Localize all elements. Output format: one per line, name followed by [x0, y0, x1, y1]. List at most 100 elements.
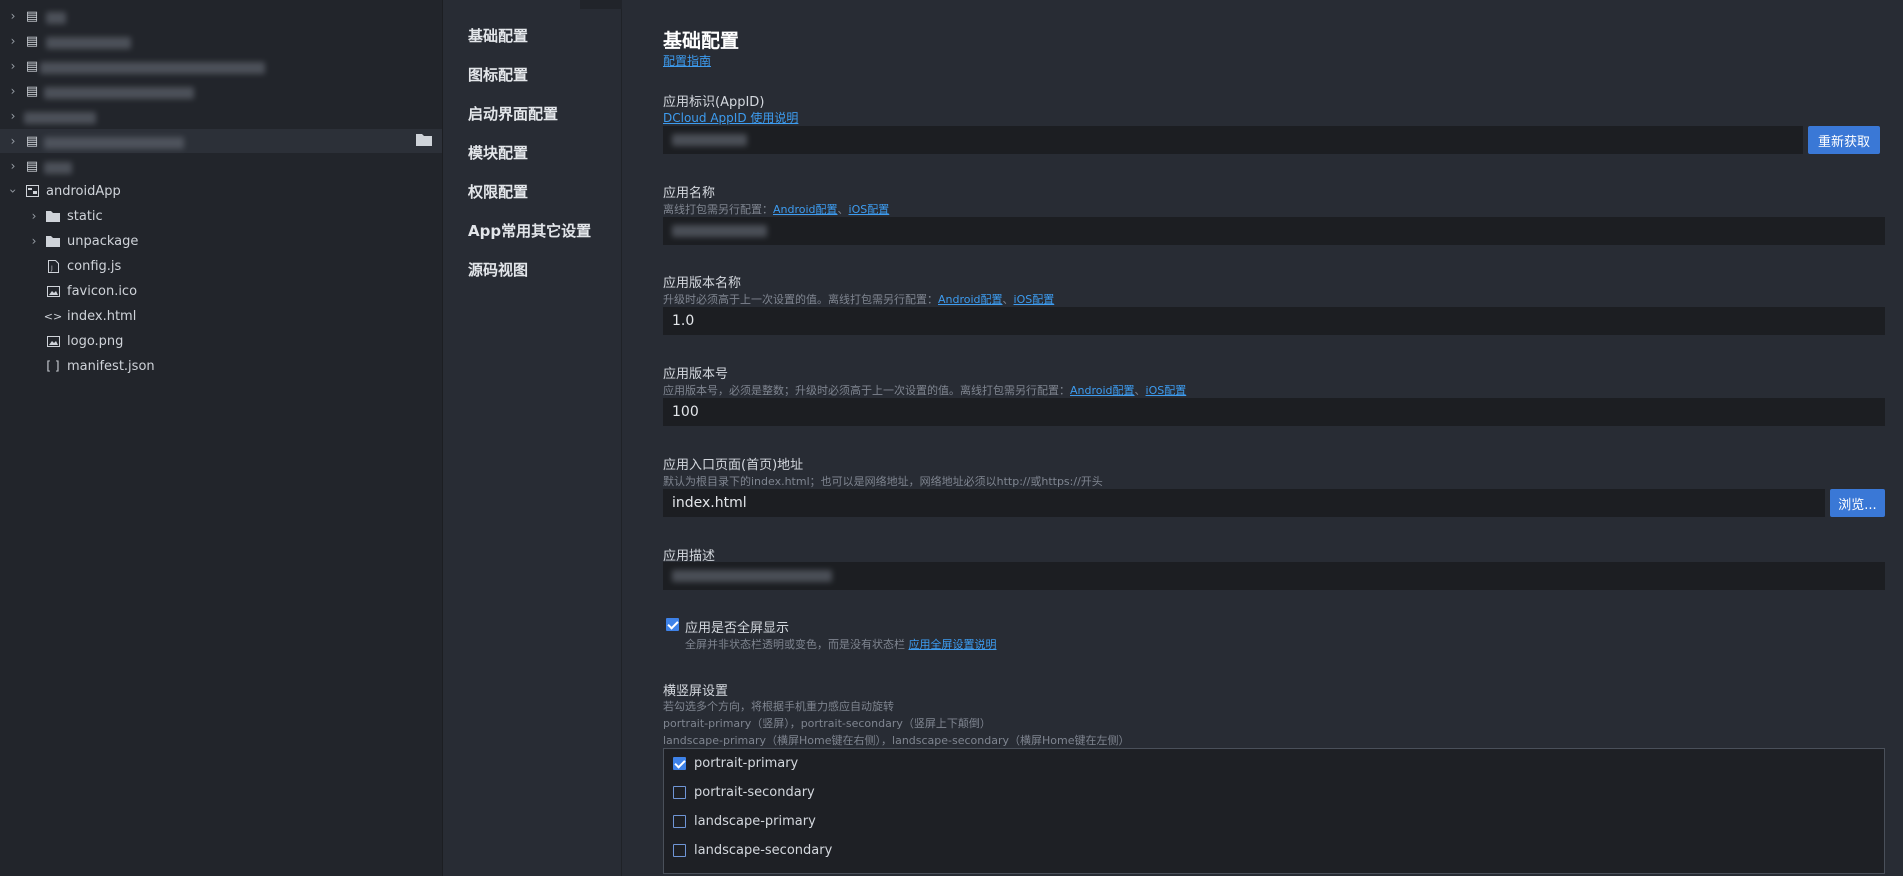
- tree-item-androidapp[interactable]: › androidApp: [0, 179, 442, 203]
- json-file-icon: [ ]: [46, 359, 60, 373]
- tree-row-obscured[interactable]: › ▤: [0, 4, 442, 28]
- fullscreen-checkbox[interactable]: [666, 618, 679, 631]
- version-name-input[interactable]: 1.0: [663, 307, 1885, 335]
- appid-label: 应用标识(AppID): [663, 95, 765, 110]
- tree-item-favicon[interactable]: favicon.ico: [0, 279, 442, 303]
- android-config-link[interactable]: Android配置: [1070, 384, 1135, 397]
- chevron-right-icon[interactable]: ›: [8, 59, 18, 73]
- landscape-secondary-label: landscape-secondary: [694, 843, 833, 858]
- chevron-right-icon[interactable]: ›: [8, 134, 18, 148]
- chevron-right-icon[interactable]: ›: [8, 34, 18, 48]
- hint-text: 升级时必须高于上一次设置的值。离线打包需另行配置：: [663, 293, 938, 306]
- obscured-label: [44, 87, 194, 99]
- project-icon: ▤: [25, 158, 39, 174]
- tree-row-obscured[interactable]: › ▤: [0, 29, 442, 53]
- obscured-app-name: [672, 225, 767, 237]
- version-code-hint: 应用版本号，必须是整数；升级时必须高于上一次设置的值。离线打包需另行配置：And…: [663, 382, 1186, 398]
- nav-module-config[interactable]: 模块配置: [468, 142, 528, 163]
- portrait-secondary-checkbox[interactable]: [673, 786, 686, 799]
- project-icon: ▤: [25, 58, 39, 74]
- entry-page-input[interactable]: index.html: [663, 489, 1825, 517]
- fullscreen-hint: 全屏并非状态栏透明或变色，而是没有状态栏 应用全屏设置说明: [685, 636, 997, 652]
- config-guide-link[interactable]: 配置指南: [663, 52, 711, 69]
- tree-item-label: logo.png: [67, 333, 124, 349]
- ios-config-link[interactable]: iOS配置: [1014, 293, 1055, 306]
- ios-config-link[interactable]: iOS配置: [849, 203, 890, 216]
- project-icon: [24, 184, 40, 198]
- obscured-label: [44, 137, 184, 149]
- nav-permission-config[interactable]: 权限配置: [468, 181, 528, 202]
- nav-basic-config[interactable]: 基础配置: [468, 25, 528, 46]
- project-icon: ▤: [25, 33, 39, 49]
- separator: 、: [1134, 384, 1146, 397]
- project-icon: ▤: [25, 8, 39, 24]
- chevron-right-icon[interactable]: ›: [29, 209, 39, 223]
- portrait-primary-label: portrait-primary: [694, 756, 799, 771]
- appid-input[interactable]: [663, 126, 1803, 154]
- version-name-hint: 升级时必须高于上一次设置的值。离线打包需另行配置：Android配置、iOS配置: [663, 291, 1054, 307]
- tree-item-static[interactable]: › static: [0, 204, 442, 228]
- manifest-settings-panel: 基础配置 配置指南 应用标识(AppID) DCloud AppID 使用说明 …: [622, 0, 1903, 876]
- image-file-icon: [45, 284, 61, 298]
- tree-item-unpackage[interactable]: › unpackage: [0, 229, 442, 253]
- entry-page-label: 应用入口页面(首页)地址: [663, 458, 804, 473]
- browse-button[interactable]: 浏览...: [1830, 489, 1885, 517]
- landscape-primary-label: landscape-primary: [694, 814, 816, 829]
- orientation-hint: 若勾选多个方向，将根据手机重力感应自动旋转: [663, 700, 894, 713]
- project-explorer: › ▤ › ▤ › ▤ › ▤ › › ▤ › ▤ › androidApp ›…: [0, 0, 443, 876]
- nav-source-view[interactable]: 源码视图: [468, 259, 528, 280]
- portrait-secondary-label: portrait-secondary: [694, 785, 815, 800]
- chevron-right-icon[interactable]: ›: [8, 159, 18, 173]
- chevron-right-icon[interactable]: ›: [8, 109, 18, 123]
- chevron-right-icon[interactable]: ›: [8, 9, 18, 23]
- landscape-secondary-checkbox[interactable]: [673, 844, 686, 857]
- tree-item-label: favicon.ico: [67, 283, 138, 299]
- tree-item-manifest-json[interactable]: [ ] manifest.json: [0, 354, 442, 378]
- tree-item-config-js[interactable]: J config.js: [0, 254, 442, 278]
- portrait-primary-checkbox[interactable]: [673, 757, 686, 770]
- hint-text: 全屏并非状态栏透明或变色，而是没有状态栏: [685, 638, 905, 651]
- ios-config-link[interactable]: iOS配置: [1146, 384, 1187, 397]
- hint-text: 离线打包需另行配置：: [663, 203, 773, 216]
- app-name-label: 应用名称: [663, 186, 716, 201]
- tree-item-label: config.js: [67, 258, 122, 274]
- tree-item-label: manifest.json: [67, 358, 155, 374]
- orientation-label: 横竖屏设置: [663, 684, 729, 699]
- html-file-icon: <>: [43, 309, 63, 323]
- refetch-appid-button[interactable]: 重新获取: [1808, 126, 1880, 154]
- chevron-down-icon[interactable]: ›: [6, 186, 20, 196]
- chevron-right-icon[interactable]: ›: [8, 84, 18, 98]
- nav-icon-config[interactable]: 图标配置: [468, 64, 528, 85]
- tree-row-obscured[interactable]: ›: [0, 104, 442, 128]
- entry-page-hint: 默认为根目录下的index.html；也可以是网络地址，网络地址必须以http:…: [663, 475, 1103, 488]
- landscape-primary-checkbox[interactable]: [673, 815, 686, 828]
- tree-row-obscured[interactable]: › ▤: [0, 54, 442, 78]
- tree-item-label: androidApp: [46, 183, 121, 199]
- separator: 、: [837, 203, 849, 216]
- android-config-link[interactable]: Android配置: [938, 293, 1003, 306]
- appid-help-link[interactable]: DCloud AppID 使用说明: [663, 109, 798, 126]
- tree-item-label: static: [67, 208, 103, 224]
- fullscreen-label: 应用是否全屏显示: [685, 621, 790, 636]
- separator: 、: [1002, 293, 1014, 306]
- tree-row-obscured[interactable]: › ▤: [0, 79, 442, 103]
- tree-row-selected[interactable]: › ▤: [0, 129, 442, 153]
- nav-app-other-settings[interactable]: App常用其它设置: [468, 220, 591, 241]
- tree-item-index-html[interactable]: <> index.html: [0, 304, 442, 328]
- obscured-label: [46, 37, 131, 49]
- app-name-input[interactable]: [663, 217, 1885, 245]
- tree-row-obscured[interactable]: › ▤: [0, 154, 442, 178]
- image-file-icon: [45, 334, 61, 348]
- project-icon: ▤: [25, 83, 39, 99]
- description-input[interactable]: [663, 562, 1885, 590]
- version-code-input[interactable]: 100: [663, 398, 1885, 426]
- project-icon: ▤: [25, 133, 39, 149]
- hint-text: 应用版本号，必须是整数；升级时必须高于上一次设置的值。离线打包需另行配置：: [663, 384, 1070, 397]
- nav-splash-config[interactable]: 启动界面配置: [468, 103, 558, 124]
- android-config-link[interactable]: Android配置: [773, 203, 838, 216]
- tree-item-label: unpackage: [67, 233, 139, 249]
- open-folder-icon[interactable]: [416, 133, 432, 150]
- chevron-right-icon[interactable]: ›: [29, 234, 39, 248]
- fullscreen-help-link[interactable]: 应用全屏设置说明: [909, 638, 997, 651]
- tree-item-logo-png[interactable]: logo.png: [0, 329, 442, 353]
